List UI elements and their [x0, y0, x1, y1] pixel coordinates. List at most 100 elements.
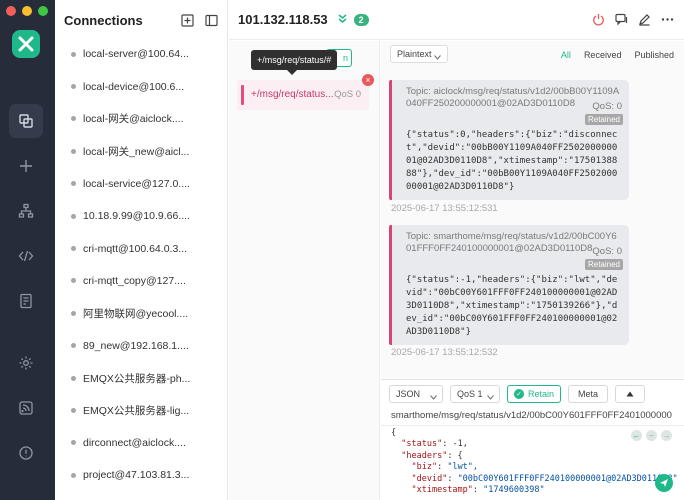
maximize-window-button[interactable]	[38, 6, 48, 16]
publish-panel: JSON QoS 1 ✓ Retain Meta smarthome/msg/r…	[381, 379, 684, 500]
message-payload: {"status":0,"headers":{"biz":"disconnect…	[406, 130, 618, 192]
status-dot	[71, 278, 76, 284]
window-controls	[6, 6, 48, 16]
close-window-button[interactable]	[6, 6, 16, 16]
payload-key: "headers"	[401, 450, 448, 461]
subscription-qos: QoS 0	[334, 89, 361, 100]
toggle-sidebar-icon[interactable]	[203, 12, 219, 28]
publish-format-select[interactable]: JSON	[389, 385, 443, 403]
tab-published[interactable]: Published	[634, 50, 674, 60]
topology-icon[interactable]	[9, 194, 43, 228]
history-reset-icon[interactable]: –	[646, 430, 657, 441]
publish-qos-select[interactable]: QoS 1	[450, 385, 500, 403]
payload-format-select[interactable]: Plaintext	[390, 45, 448, 63]
log-icon[interactable]	[9, 284, 43, 318]
connection-item[interactable]: cri-mqtt_copy@127....	[55, 265, 227, 297]
payload-format-value: Plaintext	[397, 49, 432, 59]
payload-value: -1,	[452, 439, 468, 450]
subscription-count-badge: 2	[353, 13, 369, 26]
status-dot	[71, 246, 76, 252]
status-dot	[71, 51, 76, 57]
message-qos: QoS: 0	[592, 246, 622, 257]
connection-item[interactable]: EMQX公共服务器-lig...	[55, 394, 227, 426]
connection-item[interactable]: local-device@100.6...	[55, 70, 227, 102]
new-connection-icon[interactable]	[9, 149, 43, 183]
new-folder-icon[interactable]	[179, 12, 195, 28]
unsubscribe-close-icon[interactable]: ×	[362, 74, 374, 86]
send-button[interactable]	[655, 474, 673, 492]
connection-item[interactable]: 89_new@192.168.1....	[55, 330, 227, 362]
payload-value: "lwt",	[447, 462, 479, 473]
history-back-icon[interactable]: ←	[631, 430, 642, 441]
connections-icon[interactable]	[9, 104, 43, 138]
subscription-item[interactable]: +/msg/req/status... QoS 0	[237, 80, 369, 110]
meta-label: Meta	[578, 389, 599, 399]
connection-name: 阿里物联网@yecool....	[83, 307, 189, 320]
message-payload: {"status":-1,"headers":{"biz":"lwt","dev…	[406, 275, 618, 337]
chat-icon[interactable]	[614, 12, 628, 26]
connection-item[interactable]: local-server@100.64...	[55, 38, 227, 70]
status-dot	[71, 181, 76, 187]
connections-panel: Connections local-server@100.64... local…	[55, 0, 228, 500]
message-color-bar	[389, 225, 392, 345]
publish-qos-value: QoS 1	[457, 389, 483, 399]
disconnect-icon[interactable]	[591, 12, 605, 26]
status-dot	[71, 310, 76, 316]
publish-toolbar: JSON QoS 1 ✓ Retain Meta	[389, 385, 646, 403]
topic-tooltip: +/msg/req/status/#	[251, 50, 338, 75]
connection-item[interactable]: local-网关_new@aicl...	[55, 135, 227, 167]
message-card[interactable]: Topic: smarthome/msg/req/status/v1d2/00b…	[389, 225, 629, 345]
retain-toggle[interactable]: ✓ Retain	[507, 385, 562, 403]
publish-topic-input[interactable]: smarthome/msg/req/status/v1d2/00bC00Y601…	[391, 410, 680, 421]
script-icon[interactable]	[9, 239, 43, 273]
connection-header: 101.132.118.53 2	[229, 0, 684, 40]
about-icon[interactable]	[9, 436, 43, 470]
connection-name: cri-mqtt_copy@127....	[83, 274, 186, 287]
connection-item[interactable]: dirconnect@aiclock....	[55, 427, 227, 459]
connection-name: cri-mqtt@100.64.0.3...	[83, 242, 188, 255]
chevron-down-icon	[487, 392, 494, 402]
retain-label: Retain	[528, 389, 555, 399]
retained-badge: Retained	[584, 114, 623, 125]
history-forward-icon[interactable]: →	[661, 430, 672, 441]
connection-name: local-device@100.6...	[83, 80, 185, 93]
status-dot	[71, 407, 76, 413]
status-dot	[71, 148, 76, 154]
message-list: Plaintext All Received Published Topic: …	[381, 41, 684, 379]
subscriptions-panel: n +/msg/req/status/# +/msg/req/status...…	[229, 41, 380, 500]
connection-item[interactable]: 阿里物联网@yecool....	[55, 297, 227, 329]
connection-item[interactable]: cri-mqtt@100.64.0.3...	[55, 232, 227, 264]
connection-item[interactable]: EMQX公共服务器-ph...	[55, 362, 227, 394]
meta-button[interactable]: Meta	[568, 385, 609, 403]
minimize-window-button[interactable]	[22, 6, 32, 16]
collapse-chevron-icon[interactable]	[337, 11, 348, 29]
message-card[interactable]: Topic: aiclock/msg/req/status/v1d2/00bB0…	[389, 80, 629, 200]
connection-name: local-service@127.0....	[83, 177, 190, 190]
expand-publish-button[interactable]	[615, 385, 646, 403]
connection-item[interactable]: local-网关@aiclock....	[55, 103, 227, 135]
connection-name: EMQX公共服务器-lig...	[83, 404, 190, 417]
tab-all[interactable]: All	[561, 50, 571, 60]
status-dot	[71, 440, 76, 446]
app-sidebar	[0, 0, 55, 500]
app-logo	[12, 30, 40, 58]
more-icon[interactable]	[660, 12, 674, 26]
message-qos: QoS: 0	[592, 101, 622, 112]
status-dot	[71, 116, 76, 122]
connection-list: local-server@100.64... local-device@100.…	[55, 38, 227, 491]
message-time: 2025-06-17 13:55:12:531	[391, 203, 498, 214]
message-time: 2025-06-17 13:55:12:532	[391, 347, 498, 358]
message-color-bar	[389, 80, 392, 200]
connection-item[interactable]: local-service@127.0....	[55, 168, 227, 200]
feed-icon[interactable]	[9, 391, 43, 425]
payload-key: "devid"	[411, 473, 448, 484]
history-controls: ← – →	[631, 430, 672, 441]
tab-received[interactable]: Received	[584, 50, 622, 60]
connection-item[interactable]: 10.18.9.99@10.9.66....	[55, 200, 227, 232]
status-dot	[71, 343, 76, 349]
settings-icon[interactable]	[9, 346, 43, 380]
status-dot	[71, 84, 76, 90]
connection-host: 101.132.118.53	[238, 12, 328, 27]
edit-icon[interactable]	[637, 12, 651, 26]
connection-item[interactable]: project@47.103.81.3...	[55, 459, 227, 491]
